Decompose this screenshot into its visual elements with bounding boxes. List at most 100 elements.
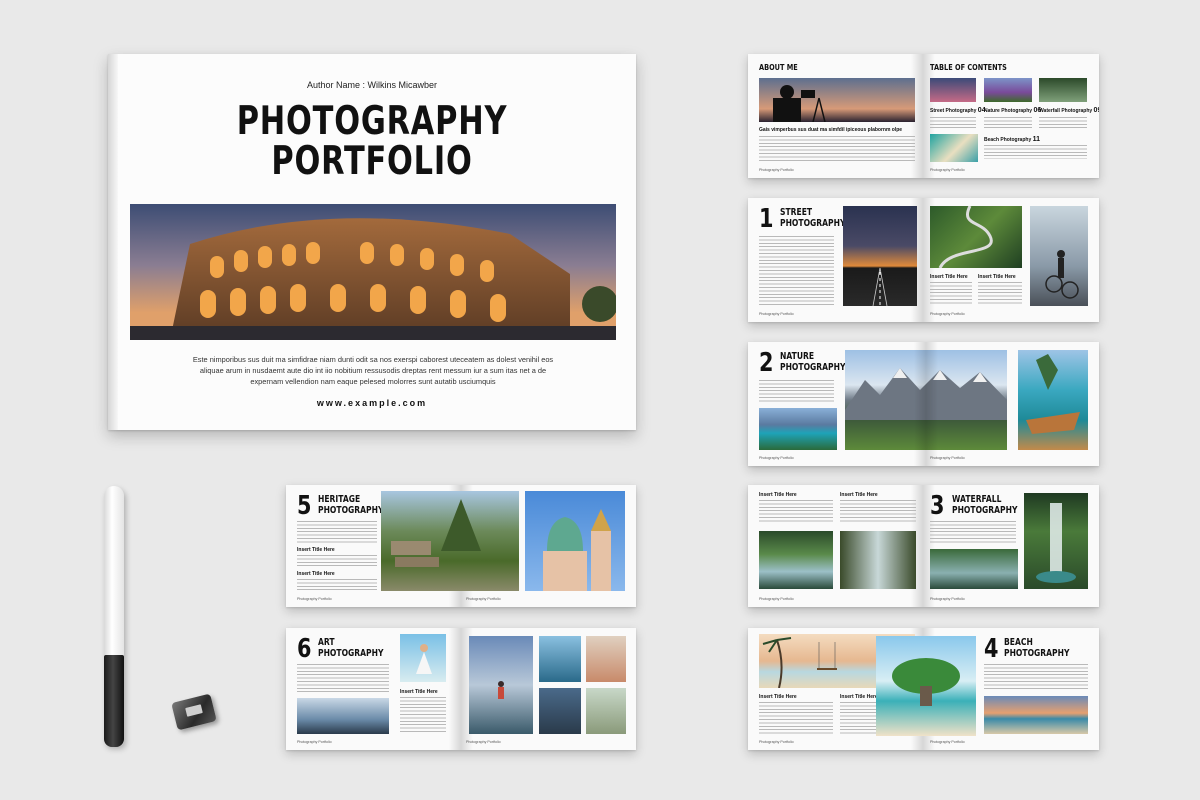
subtitle-1: Insert Title Here	[400, 689, 438, 695]
footer-left: Photography Portfolio	[759, 456, 794, 460]
spread-waterfall: Insert Title Here Insert Title Here Phot…	[748, 485, 1099, 607]
section-title-line1: WATERFALL	[952, 494, 1002, 505]
boat-shape	[1026, 354, 1080, 434]
subtitle-2: Insert Title Here	[297, 571, 335, 577]
photo-winding-road	[930, 206, 1022, 268]
toc-item-waterfall: Waterfall Photography 09	[1039, 107, 1099, 114]
toc-title: TABLE OF CONTENTS	[930, 63, 1007, 72]
cover-url: www.example.com	[316, 398, 428, 408]
subtitle-1-text	[759, 500, 833, 524]
section-title-line2: PHOTOGRAPHY	[1004, 648, 1070, 659]
photo-longtail-boat	[1018, 350, 1088, 450]
toc-item-street: Street Photography 04	[930, 107, 986, 114]
toc-thumb-waterfall	[1039, 78, 1087, 102]
about-body-text	[759, 136, 915, 162]
cover-description: Este nimporibus sus duit ma simfidrae ni…	[192, 355, 554, 386]
subtitle-1-text	[759, 702, 833, 734]
section-number: 6	[297, 634, 312, 664]
section-title-line2: PHOTOGRAPHY	[318, 648, 384, 659]
toc-thumb-street	[930, 78, 976, 102]
spread-gutter	[914, 342, 938, 466]
photo-cascade-2	[840, 531, 916, 589]
spread-art: 6 ART PHOTOGRAPHY Insert Title Here Phot…	[286, 628, 636, 750]
photo-tropical-island	[876, 636, 976, 736]
subtitle-2-text	[297, 579, 377, 591]
spread-about-toc: ABOUT ME Gais vimperbus sus duat ma simf…	[748, 54, 1099, 178]
footer-right: Photography Portfolio	[930, 597, 965, 601]
cover-author: Author Name : Wilkins Micawber	[306, 80, 438, 90]
section-body-text	[759, 380, 834, 402]
photo-traveler-4	[586, 688, 626, 734]
winding-road-path	[938, 206, 993, 268]
section-body-text	[297, 521, 377, 543]
cover-title: PHOTOGRAPHY PORTFOLIO	[166, 102, 578, 182]
footer-left: Photography Portfolio	[759, 597, 794, 601]
toc-item-nature: Nature Photography 06	[984, 107, 1042, 114]
photo-traveler-1	[539, 636, 581, 682]
photo-traveler-2	[586, 636, 626, 682]
section-title-line2: PHOTOGRAPHY	[780, 218, 846, 229]
footer-right: Photography Portfolio	[466, 740, 501, 744]
footer-left: Photography Portfolio	[297, 597, 332, 601]
about-tagline: Gais vimperbus sus duat ma simfdil ipice…	[759, 127, 903, 133]
subtitle-2-text	[840, 500, 916, 524]
church-dome	[543, 509, 611, 591]
portfolio-cover: Author Name : Wilkins Micawber PHOTOGRAP…	[108, 54, 636, 430]
waterfall-stream	[1036, 503, 1076, 583]
section-title: STREET PHOTOGRAPHY	[780, 207, 845, 229]
about-title: ABOUT ME	[759, 63, 798, 72]
subtitle-2: Insert Title Here	[840, 694, 878, 700]
section-title: ART PHOTOGRAPHY	[318, 637, 383, 659]
section-title: BEACH PHOTOGRAPHY	[1004, 637, 1069, 659]
toc-text-waterfall	[1039, 117, 1087, 129]
section-title-line1: ART	[318, 637, 335, 648]
subtitle-1-text	[400, 697, 446, 733]
colosseum-illustration	[130, 204, 616, 340]
subtitle-1: Insert Title Here	[930, 274, 968, 280]
photo-woman-swing	[400, 634, 446, 682]
footer-left: Photography Portfolio	[297, 740, 332, 744]
footer-right: Photography Portfolio	[930, 456, 965, 460]
section-body-text	[759, 236, 834, 306]
section-title-line2: PHOTOGRAPHY	[318, 505, 384, 516]
photo-misty-cliff	[297, 698, 389, 734]
section-number: 1	[759, 204, 774, 234]
colosseum-photo	[130, 204, 616, 340]
photo-sunset-shore	[984, 696, 1088, 734]
section-number: 4	[984, 634, 999, 664]
photo-forest-falls	[930, 549, 1018, 589]
photo-machu-picchu	[381, 491, 519, 591]
road-lines	[872, 267, 888, 306]
footer-right: Photography Portfolio	[930, 312, 965, 316]
toc-text-nature	[984, 117, 1032, 129]
footer-right: Photography Portfolio	[466, 597, 501, 601]
photo-tall-waterfall	[1024, 493, 1088, 589]
photographer-silhouette	[773, 85, 826, 122]
section-body-text	[984, 664, 1088, 690]
footer-right: Photography Portfolio	[930, 740, 965, 744]
cover-title-line2: PORTFOLIO	[271, 139, 473, 184]
photo-hiker-peak	[469, 636, 533, 734]
toc-thumb-beach	[930, 134, 978, 162]
cover-spine	[108, 54, 118, 430]
footer-left: Photography Portfolio	[759, 168, 794, 172]
mountain-peak	[391, 499, 481, 567]
section-title-line1: BEACH	[1004, 637, 1033, 648]
footer-right: Photography Portfolio	[930, 168, 965, 172]
section-number: 5	[297, 491, 312, 521]
cyclist-shape	[1045, 250, 1079, 299]
subtitle-1: Insert Title Here	[759, 694, 797, 700]
subtitle-1: Insert Title Here	[759, 492, 797, 498]
spread-street: 1 STREET PHOTOGRAPHY Photography Portfol…	[748, 198, 1099, 322]
photo-traveler-3	[539, 688, 581, 734]
section-title: WATERFALL PHOTOGRAPHY	[952, 494, 1017, 516]
toc-thumb-nature	[984, 78, 1032, 102]
subtitle-1: Insert Title Here	[297, 547, 335, 553]
photo-cyclist	[1030, 206, 1088, 306]
section-number: 2	[759, 348, 774, 378]
section-number: 3	[930, 491, 945, 521]
toc-text-street	[930, 117, 976, 129]
section-title-line2: PHOTOGRAPHY	[780, 362, 846, 373]
photo-cascade-1	[759, 531, 833, 589]
photo-fjord	[759, 408, 837, 450]
